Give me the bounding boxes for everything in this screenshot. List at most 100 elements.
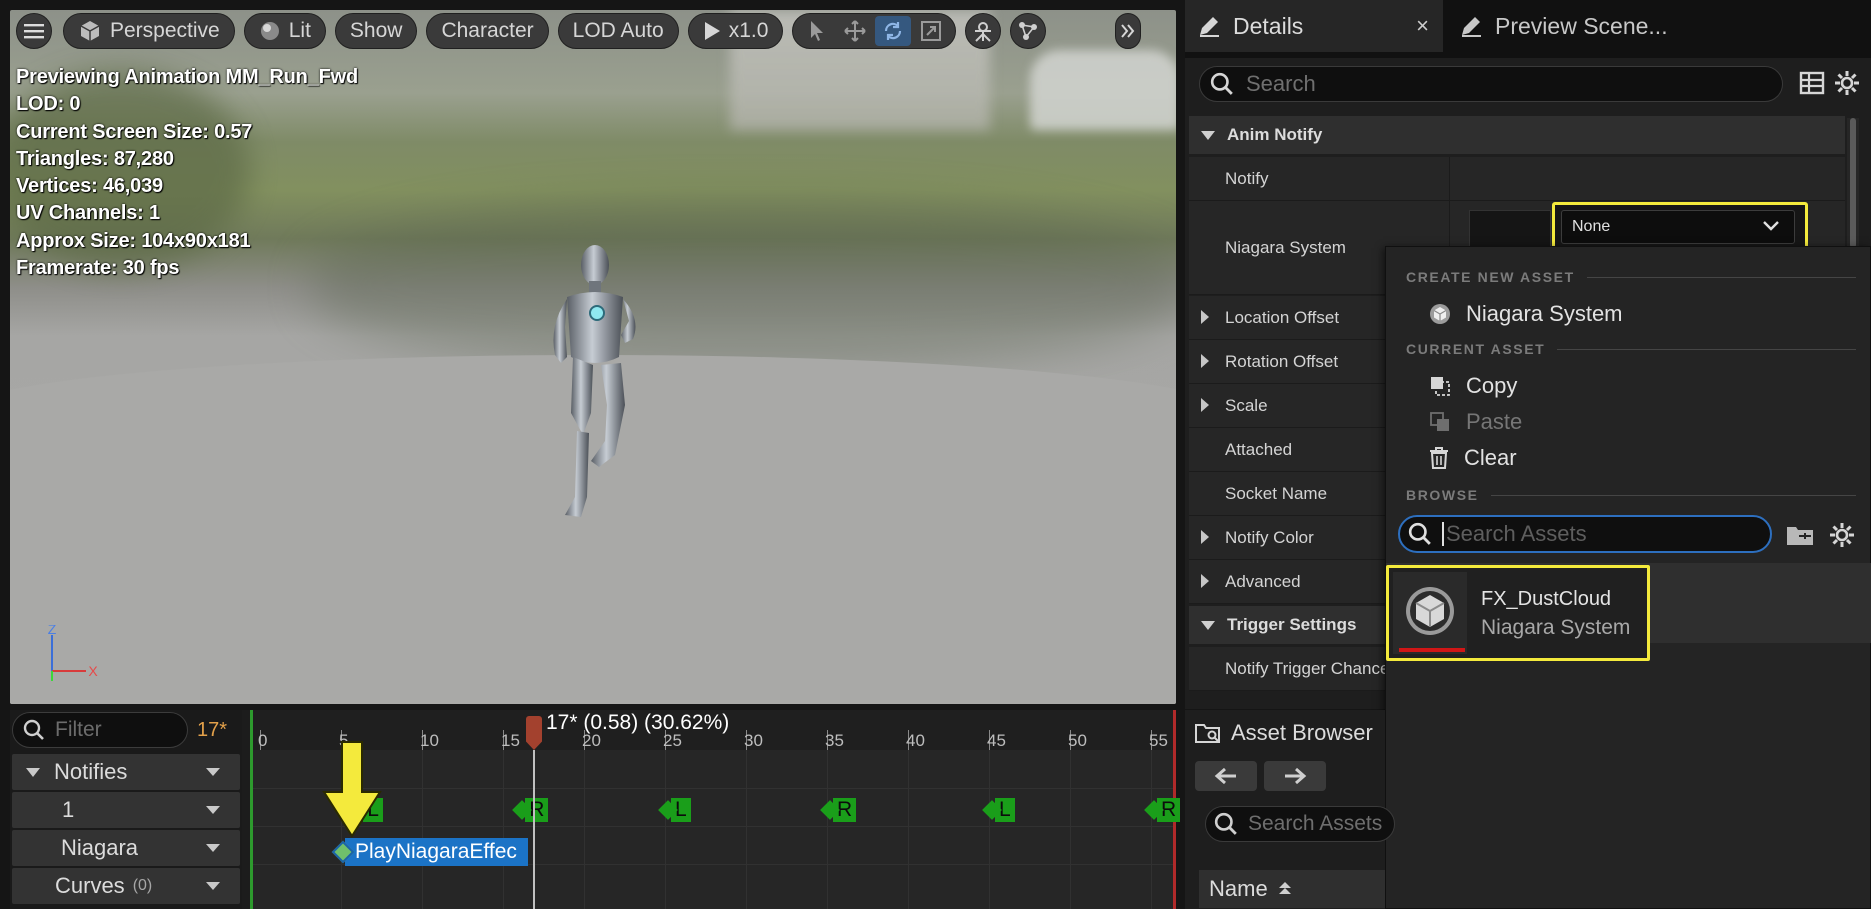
- asset-type-color-bar: [1399, 648, 1465, 652]
- tab-asset-browser[interactable]: Asset Browser: [1195, 720, 1373, 746]
- prop-label: Location Offset: [1225, 307, 1340, 327]
- timeline-track-area[interactable]: 0 5 10 15 20 25 30 35 40 45 50 55 LRLRLR PlayNiagar…: [250, 710, 1181, 909]
- expand-arrow-icon[interactable]: [1201, 574, 1209, 588]
- bone-select-button[interactable]: [965, 13, 1002, 49]
- character-button[interactable]: Character: [426, 13, 549, 49]
- pencil-icon: [1462, 17, 1481, 37]
- scale-tool-button[interactable]: [913, 16, 949, 46]
- grid-line: [989, 750, 990, 909]
- create-niagara-system-item[interactable]: Niagara System: [1428, 301, 1623, 327]
- item-label: Copy: [1466, 373, 1518, 398]
- grid-line: [422, 750, 423, 909]
- axis-gizmo: Z X: [48, 625, 98, 681]
- asset-name: FX_DustCloud: [1481, 588, 1612, 610]
- section-anim-notify[interactable]: Anim Notify: [1189, 116, 1845, 154]
- tab-preview-scene[interactable]: Preview Scene...: [1447, 0, 1697, 52]
- toolbar-expand-button[interactable]: [1115, 13, 1142, 49]
- prop-notify: Notify: [1189, 157, 1845, 201]
- forward-button[interactable]: [1264, 761, 1326, 791]
- back-button[interactable]: [1195, 761, 1257, 791]
- asset-browser-search-input[interactable]: Search Assets: [1205, 806, 1395, 842]
- physics-button[interactable]: [1010, 13, 1047, 49]
- cursor-icon: [811, 21, 824, 41]
- preview-viewport[interactable]: Perspective Lit Show Character LOD Auto …: [10, 10, 1176, 704]
- search-icon: [1210, 72, 1233, 95]
- expand-arrow-icon[interactable]: [1201, 354, 1209, 368]
- foot-marker[interactable]: R: [512, 797, 549, 823]
- cube-icon: [80, 21, 100, 41]
- play-icon: [704, 22, 720, 40]
- dropdown-arrow-icon[interactable]: [206, 882, 220, 890]
- stat-line: Triangles: 87,280: [16, 147, 174, 170]
- show-button[interactable]: Show: [334, 13, 418, 49]
- row-divider: [250, 788, 1176, 789]
- gear-icon[interactable]: [1833, 69, 1861, 97]
- niagara-icon: [1430, 304, 1450, 324]
- expand-arrow-icon[interactable]: [1201, 310, 1209, 324]
- combo-value-box[interactable]: None: [1561, 210, 1795, 244]
- collapse-arrow-icon[interactable]: [1201, 130, 1215, 140]
- pencil-icon: [1200, 17, 1219, 37]
- perspective-label: Perspective: [110, 19, 220, 42]
- copy-item[interactable]: Copy: [1428, 373, 1517, 399]
- skeleton-icon: [975, 22, 992, 42]
- lod-button[interactable]: LOD Auto: [557, 13, 679, 49]
- foot-marker[interactable]: L: [658, 797, 691, 823]
- section-title: BROWSE: [1406, 487, 1479, 503]
- lit-button[interactable]: Lit: [243, 13, 326, 49]
- stat-line: Previewing Animation MM_Run_Fwd: [16, 66, 358, 88]
- select-tool-button[interactable]: [799, 16, 835, 46]
- tab-details[interactable]: Details ×: [1185, 0, 1443, 52]
- column-label: Name: [1209, 876, 1268, 901]
- asset-search-input[interactable]: Search Assets: [1398, 515, 1772, 553]
- rotate-tool-button[interactable]: [875, 16, 912, 46]
- track-niagara[interactable]: Niagara: [12, 830, 240, 866]
- perspective-button[interactable]: Perspective: [63, 13, 235, 49]
- ruler-label: 0: [258, 731, 268, 750]
- expand-arrow-icon[interactable]: [1201, 530, 1209, 544]
- trash-icon: [1430, 447, 1448, 469]
- track-notify-1[interactable]: 1: [12, 792, 240, 828]
- dropdown-arrow-icon[interactable]: [206, 806, 220, 814]
- clear-item[interactable]: Clear: [1428, 445, 1517, 471]
- foot-marker[interactable]: L: [982, 797, 1015, 823]
- table-view-icon[interactable]: [1799, 70, 1825, 96]
- nodes-icon: [1019, 22, 1038, 40]
- track-curves[interactable]: Curves (0): [12, 868, 240, 904]
- name-column-header[interactable]: Name: [1199, 870, 1385, 908]
- foot-marker[interactable]: R: [820, 797, 857, 823]
- close-tab-button[interactable]: ×: [1416, 13, 1429, 39]
- asset-browser-panel: Asset Browser Search Assets Name: [1185, 710, 1395, 909]
- move-icon: [844, 20, 867, 42]
- move-tool-button[interactable]: [837, 16, 873, 46]
- prop-label: Notify: [1225, 168, 1269, 188]
- details-search-input[interactable]: Search: [1199, 66, 1783, 102]
- character-label: Character: [441, 19, 534, 42]
- axis-x-label: X: [88, 663, 98, 679]
- collapse-arrow-icon[interactable]: [26, 767, 40, 777]
- dropdown-arrow-icon[interactable]: [206, 844, 220, 852]
- ruler-label: 40: [906, 731, 925, 750]
- folder-search-icon: [1195, 724, 1220, 743]
- item-label: Paste: [1466, 409, 1523, 434]
- curve-count: (0): [132, 877, 153, 894]
- scrollbar-thumb[interactable]: [1850, 118, 1856, 248]
- track-list: Filter 17* Notifies 1 Niagara Curves (0): [10, 710, 242, 909]
- track-notifies[interactable]: Notifies: [12, 754, 240, 790]
- niagara-system-combo[interactable]: None: [1552, 202, 1808, 252]
- animation-timeline: Filter 17* Notifies 1 Niagara Curves (0): [10, 710, 1181, 909]
- viewport-stats: Previewing Animation MM_Run_Fwd LOD: 0 C…: [16, 64, 358, 282]
- gear-icon[interactable]: [1828, 521, 1856, 549]
- dropdown-arrow-icon[interactable]: [206, 768, 220, 776]
- viewport-menu-button[interactable]: [16, 13, 52, 49]
- asset-fx-dustcloud[interactable]: FX_DustCloud Niagara System: [1386, 565, 1650, 661]
- axis-z-label: Z: [48, 625, 57, 637]
- folder-icon[interactable]: [1786, 523, 1814, 547]
- playback-speed-button[interactable]: x1.0: [687, 13, 784, 49]
- foot-marker[interactable]: R: [1144, 797, 1181, 823]
- ruler-label: 30: [744, 731, 763, 750]
- collapse-arrow-icon[interactable]: [1201, 620, 1215, 630]
- expand-arrow-icon[interactable]: [1201, 398, 1209, 412]
- niagara-notify-event[interactable]: PlayNiagaraEffec: [331, 838, 528, 866]
- track-filter-input[interactable]: Filter: [12, 712, 188, 748]
